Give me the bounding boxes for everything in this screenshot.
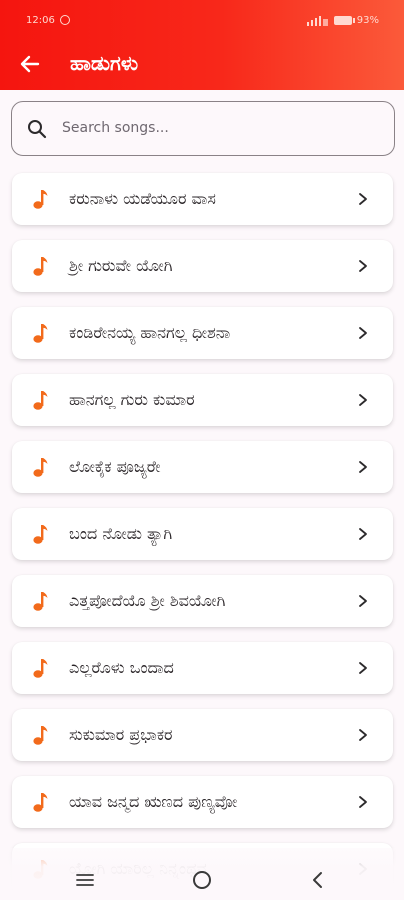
chevron-right-icon bbox=[359, 193, 367, 205]
song-list-item[interactable]: ಕರುನಾಳು ಯಡೆಯೂರ ವಾಸ bbox=[12, 173, 393, 225]
song-list-item[interactable]: ಸುಕುಮಾರ ಪ್ರಭಾಕರ bbox=[12, 709, 393, 761]
song-title: ಎತ್ತಪೋದೆಯೊ ಶ್ರೀ ಶಿವಯೋಗಿ bbox=[69, 591, 226, 610]
song-list-item[interactable]: ಬಂದ ನೋಡು ತ್ಯಾಗಿ bbox=[12, 508, 393, 560]
chevron-right-icon bbox=[359, 461, 367, 473]
app-bar: ಹಾಡುಗಳು bbox=[0, 40, 404, 90]
status-right: 93% bbox=[306, 15, 379, 26]
notification-icon bbox=[60, 15, 70, 25]
song-title: ಬಂದ ನೋಡು ತ್ಯಾಗಿ bbox=[69, 524, 173, 543]
chevron-right-icon bbox=[359, 796, 367, 808]
chevron-right-icon bbox=[359, 595, 367, 607]
song-list-item[interactable]: ಎಲ್ಲರೊಳು ಒಂದಾದ bbox=[12, 642, 393, 694]
chevron-right-icon bbox=[359, 662, 367, 674]
song-title: ಶ್ರೀ ಗುರುವೇ ಯೋಗಿ bbox=[69, 256, 173, 275]
music-note-icon bbox=[33, 793, 48, 812]
chevron-right-icon bbox=[359, 528, 367, 540]
song-list-item[interactable]: ಯಾವ ಜನ್ಮದ ಋಣದ ಪುಣ್ಯವೋ bbox=[12, 776, 393, 828]
status-time: 12:06 bbox=[26, 15, 55, 26]
song-title: ಯಾವ ಜನ್ಮದ ಋಣದ ಪುಣ್ಯವೋ bbox=[69, 792, 238, 811]
music-note-icon bbox=[33, 525, 48, 544]
back-button[interactable] bbox=[14, 48, 46, 80]
chevron-right-icon bbox=[359, 260, 367, 272]
song-list-item[interactable]: ಎತ್ತಪೋದೆಯೊ ಶ್ರೀ ಶಿವಯೋಗಿ bbox=[12, 575, 393, 627]
system-nav-bar bbox=[0, 858, 404, 900]
song-title: ಕರುನಾಳು ಯಡೆಯೂರ ವಾಸ bbox=[69, 189, 216, 208]
search-input[interactable]: Search songs... bbox=[62, 120, 169, 136]
search-field[interactable]: Search songs... bbox=[11, 101, 395, 156]
song-title: ಸುಕುಮಾರ ಪ್ರಭಾಕರ bbox=[69, 725, 173, 744]
arrow-left-icon bbox=[20, 55, 40, 73]
home-icon[interactable] bbox=[193, 871, 211, 889]
music-note-icon bbox=[33, 592, 48, 611]
song-title: ಹಾನಗಲ್ಲ ಗುರು ಕುಮಾರ bbox=[69, 390, 195, 409]
search-icon bbox=[28, 120, 47, 139]
song-title: ಕಂಡಿರೇನಯ್ಯ ಹಾನಗಲ್ಲ ಧೀಶನಾ bbox=[69, 323, 231, 342]
music-note-icon bbox=[33, 726, 48, 745]
nav-back-icon[interactable] bbox=[311, 871, 325, 889]
song-list-item[interactable]: ಹಾನಗಲ್ಲ ಗುರು ಕುಮಾರ bbox=[12, 374, 393, 426]
music-note-icon bbox=[33, 391, 48, 410]
status-bar: 12:06 93% bbox=[0, 0, 404, 40]
music-note-icon bbox=[33, 190, 48, 209]
music-note-icon bbox=[33, 659, 48, 678]
song-title: ಎಲ್ಲರೊಳು ಒಂದಾದ bbox=[69, 658, 174, 677]
page-title: ಹಾಡುಗಳು bbox=[70, 51, 139, 75]
song-list: ಕರುನಾಳು ಯಡೆಯೂರ ವಾಸ ಶ್ರೀ ಗುರುವೇ ಯೋಗಿ ಕಂಡಿರೇ… bbox=[0, 163, 404, 900]
music-note-icon bbox=[33, 257, 48, 276]
battery-level: 93% bbox=[356, 15, 379, 26]
signal-icon bbox=[306, 15, 328, 26]
song-title: ಲೋಕೈಕ ಪೂಜ್ಯರೇ bbox=[69, 457, 161, 476]
music-note-icon bbox=[33, 324, 48, 343]
recent-apps-icon[interactable] bbox=[76, 873, 94, 887]
song-list-item[interactable]: ಶ್ರೀ ಗುರುವೇ ಯೋಗಿ bbox=[12, 240, 393, 292]
battery-icon bbox=[333, 16, 355, 25]
song-list-item[interactable]: ಲೋಕೈಕ ಪೂಜ್ಯರೇ bbox=[12, 441, 393, 493]
chevron-right-icon bbox=[359, 729, 367, 741]
music-note-icon bbox=[33, 458, 48, 477]
chevron-right-icon bbox=[359, 394, 367, 406]
song-list-item[interactable]: ಕಂಡಿರೇನಯ್ಯ ಹಾನಗಲ್ಲ ಧೀಶನಾ bbox=[12, 307, 393, 359]
chevron-right-icon bbox=[359, 327, 367, 339]
